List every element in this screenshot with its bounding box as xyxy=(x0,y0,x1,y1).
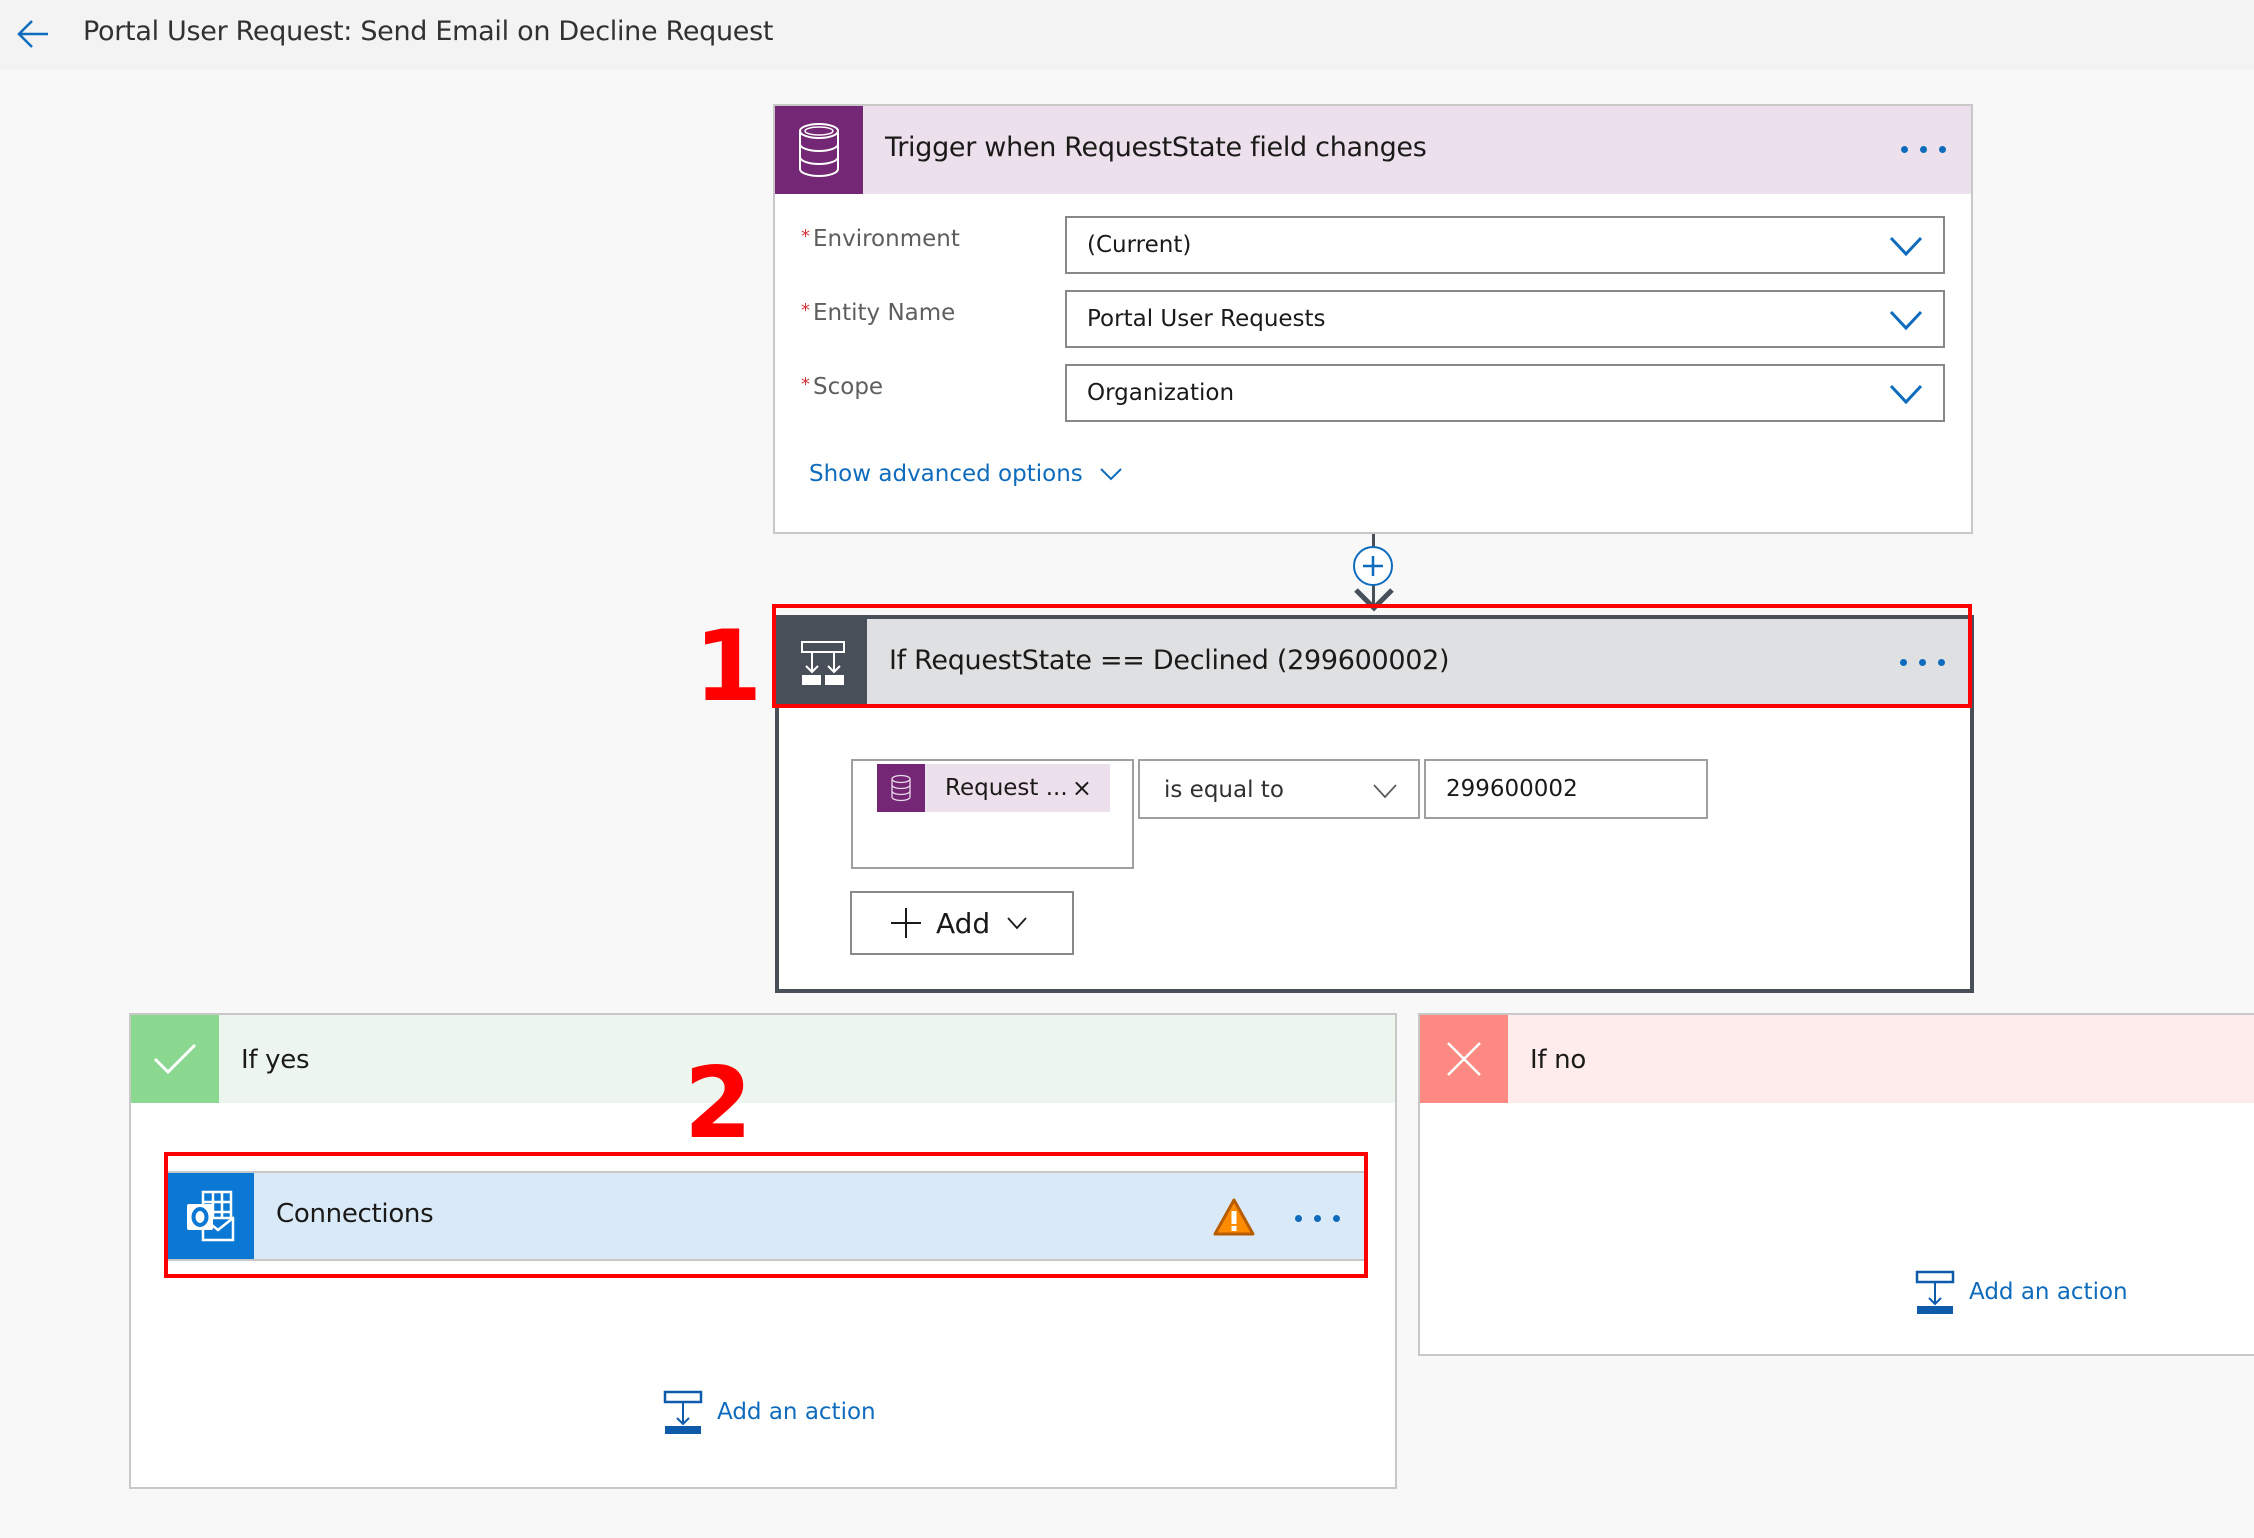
plus-icon xyxy=(891,908,921,938)
add-label: Add xyxy=(936,906,991,940)
environment-value: (Current) xyxy=(1087,232,1192,258)
connections-action-card[interactable]: Connections xyxy=(168,1171,1368,1261)
add-action-icon xyxy=(663,1390,703,1434)
if-yes-header: If yes xyxy=(131,1015,1395,1103)
warning-icon[interactable] xyxy=(1212,1197,1256,1237)
operator-select[interactable]: is equal to xyxy=(1138,759,1420,819)
ellipsis-dot xyxy=(1939,146,1946,153)
ellipsis-dot xyxy=(1333,1215,1340,1222)
arrow-down-icon xyxy=(1354,588,1394,612)
add-action-label: Add an action xyxy=(717,1399,876,1425)
show-advanced-options-link[interactable]: Show advanced options xyxy=(809,461,1123,487)
operator-value: is equal to xyxy=(1164,777,1284,803)
environment-label-text: Environment xyxy=(813,226,960,252)
if-yes-branch: If yes Connections Add an action xyxy=(129,1013,1397,1489)
connections-title: Connections xyxy=(276,1199,434,1229)
entity-name-label-text: Entity Name xyxy=(813,300,956,326)
condition-title: If RequestState == Declined (299600002) xyxy=(889,645,1450,676)
chevron-down-icon xyxy=(1007,917,1027,930)
if-no-title: If no xyxy=(1530,1045,1586,1075)
add-action-label: Add an action xyxy=(1969,1279,2128,1305)
insert-step-button[interactable] xyxy=(1353,546,1393,586)
scope-label: * Scope xyxy=(801,374,883,400)
ellipsis-icon xyxy=(1901,146,1908,153)
database-icon xyxy=(877,764,925,812)
plus-circle-icon xyxy=(1363,556,1383,576)
ellipsis-dot xyxy=(1938,659,1945,666)
ellipsis-icon xyxy=(1900,659,1907,666)
if-yes-add-action-button[interactable]: Add an action xyxy=(663,1390,876,1434)
top-bar: Portal User Request: Send Email on Decli… xyxy=(0,0,2254,70)
chevron-down-icon xyxy=(1100,468,1122,481)
flow-title: Portal User Request: Send Email on Decli… xyxy=(83,16,774,47)
if-no-branch: If no Add an action xyxy=(1418,1013,2254,1356)
required-marker: * xyxy=(801,374,810,395)
connections-more-button[interactable] xyxy=(1295,1215,1340,1222)
condition-header[interactable]: If RequestState == Declined (299600002) xyxy=(779,619,1970,707)
chevron-down-icon xyxy=(1889,236,1923,257)
condition-value-input[interactable] xyxy=(1424,759,1708,819)
required-marker: * xyxy=(801,300,810,321)
ellipsis-dot xyxy=(1919,659,1926,666)
close-icon xyxy=(1420,1015,1508,1103)
dynamic-content-token[interactable]: Request ... × xyxy=(877,764,1110,812)
scope-select[interactable]: Organization xyxy=(1065,364,1945,422)
entity-name-select[interactable]: Portal User Requests xyxy=(1065,290,1945,348)
condition-card: If RequestState == Declined (299600002) … xyxy=(775,615,1974,993)
if-yes-title: If yes xyxy=(241,1045,310,1075)
checkmark-icon xyxy=(131,1015,219,1103)
add-condition-button[interactable]: Add xyxy=(850,891,1074,955)
back-button[interactable] xyxy=(14,14,54,54)
condition-icon xyxy=(779,619,867,707)
entity-name-value: Portal User Requests xyxy=(1087,306,1326,332)
scope-label-text: Scope xyxy=(813,374,884,400)
database-icon xyxy=(775,106,863,194)
chevron-down-icon xyxy=(1889,310,1923,331)
annotation-number-1: 1 xyxy=(694,610,763,724)
annotation-number-2: 2 xyxy=(684,1047,753,1161)
if-no-add-action-button[interactable]: Add an action xyxy=(1915,1270,2128,1314)
remove-token-icon[interactable]: × xyxy=(1072,774,1092,802)
outlook-icon xyxy=(168,1173,254,1259)
entity-name-label: * Entity Name xyxy=(801,300,955,326)
environment-label: * Environment xyxy=(801,226,960,252)
scope-value: Organization xyxy=(1087,380,1235,406)
condition-more-button[interactable] xyxy=(1900,659,1945,666)
if-no-header: If no xyxy=(1420,1015,2254,1103)
token-label: Request ... xyxy=(945,775,1068,801)
trigger-header[interactable]: Trigger when RequestState field changes xyxy=(775,106,1971,194)
chevron-down-icon xyxy=(1373,784,1397,799)
chevron-down-icon xyxy=(1889,384,1923,405)
show-advanced-options-label: Show advanced options xyxy=(809,461,1083,487)
trigger-title: Trigger when RequestState field changes xyxy=(885,132,1427,163)
required-marker: * xyxy=(801,226,810,247)
arrow-left-icon xyxy=(17,20,48,48)
ellipsis-dot xyxy=(1920,146,1927,153)
ellipsis-dot xyxy=(1314,1215,1321,1222)
trigger-more-button[interactable] xyxy=(1901,146,1946,153)
environment-select[interactable]: (Current) xyxy=(1065,216,1945,274)
ellipsis-icon xyxy=(1295,1215,1302,1222)
add-action-icon xyxy=(1915,1270,1955,1314)
condition-left-operand[interactable]: Request ... × xyxy=(851,759,1134,869)
trigger-card: Trigger when RequestState field changes … xyxy=(773,104,1973,534)
